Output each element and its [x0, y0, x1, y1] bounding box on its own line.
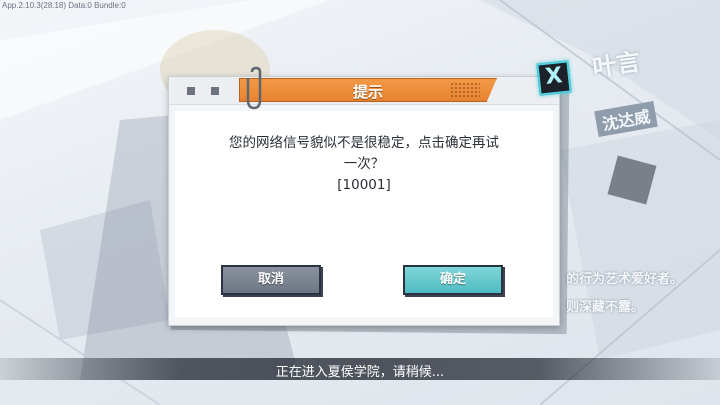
window-square-icon [211, 87, 219, 95]
loading-status-text: 正在进入夏侯学院，请稍候... [275, 365, 445, 380]
close-button[interactable]: X [536, 60, 572, 96]
version-label: App.2.10.3(28.18) Data:0 Bundle:0 [2, 1, 126, 10]
window-square-icon [187, 87, 195, 95]
character-quote-line1: 的行为艺术爱好者。 [566, 272, 684, 287]
character-name: 叶言 [590, 47, 643, 83]
halftone-decoration [450, 82, 480, 98]
message-line-2: 一次？ [343, 156, 385, 172]
message-line-1: 您的网络信号貌似不是很稳定，点击确定再试 [229, 135, 499, 151]
paperclip-icon [246, 66, 262, 110]
game-background: App.2.10.3(28.18) Data:0 Bundle:0 叶言 沈达威… [0, 0, 720, 405]
dialog-header: 提示 [169, 77, 559, 105]
error-code: [10001] [337, 177, 391, 193]
dialog-title-bar: 提示 [239, 78, 497, 102]
network-error-dialog: 提示 您的网络信号貌似不是很稳定，点击确定再试 一次？ [10001] 取消 确… [168, 76, 560, 326]
confirm-button[interactable]: 确定 [403, 265, 503, 295]
cancel-button[interactable]: 取消 [221, 265, 321, 295]
dialog-message: 您的网络信号貌似不是很稳定，点击确定再试 一次？ [10001] [205, 133, 523, 196]
character-quote-line2: 则深藏不露。 [566, 300, 645, 315]
